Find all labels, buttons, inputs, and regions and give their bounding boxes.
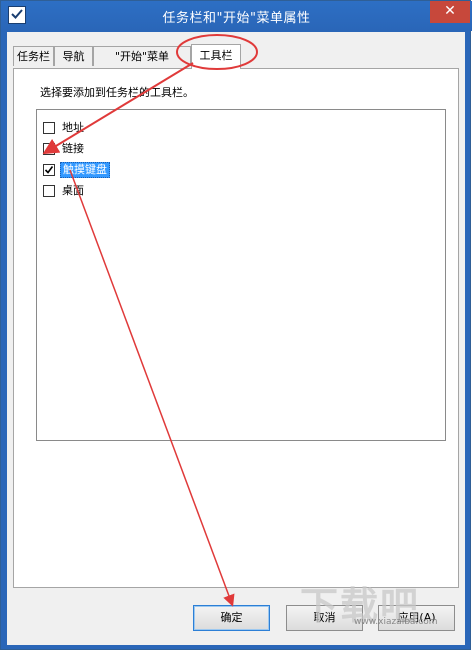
checkmark-icon [44,166,54,174]
checkbox-address[interactable] [43,122,55,134]
checkbox-links[interactable] [43,143,55,155]
list-item-label: 触摸键盘 [60,162,110,178]
list-item-label: 链接 [62,142,84,155]
tab-toolbars[interactable]: 工具栏 [191,44,241,69]
list-item-label: 地址 [62,121,84,134]
ok-button[interactable]: 确定 [193,605,270,631]
apply-button[interactable]: 应用(A) [378,605,455,631]
close-button[interactable]: ✕ [430,1,470,23]
toolbar-list[interactable]: 地址 链接 触摸键盘 桌面 [36,109,446,441]
tab-start-menu[interactable]: "开始"菜单 [93,46,191,66]
checkbox-touch-keyboard[interactable] [43,164,55,176]
tab-navigation[interactable]: 导航 [54,46,93,66]
title-bar[interactable]: 任务栏和"开始"菜单属性 ✕ [1,1,472,31]
cancel-button[interactable]: 取消 [286,605,363,631]
properties-dialog: 任务栏和"开始"菜单属性 ✕ 任务栏 导航 "开始"菜单 工具栏 选择要添加到任… [0,0,472,650]
dialog-client-area: 任务栏 导航 "开始"菜单 工具栏 选择要添加到任务栏的工具栏。 地址 链接 触… [7,32,465,645]
panel-instruction: 选择要添加到任务栏的工具栏。 [40,86,194,99]
tab-taskbar[interactable]: 任务栏 [13,46,54,66]
list-item-label: 桌面 [62,184,84,197]
checkbox-desktop[interactable] [43,185,55,197]
toolbars-panel: 选择要添加到任务栏的工具栏。 地址 链接 触摸键盘 桌面 [13,68,459,588]
window-title: 任务栏和"开始"菜单属性 [162,11,311,26]
close-icon: ✕ [444,3,456,19]
